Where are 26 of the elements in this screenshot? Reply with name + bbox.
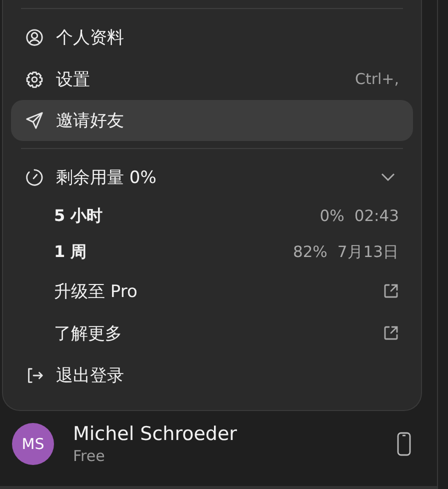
reset-time: 7月13日 <box>337 242 399 262</box>
shortcut-label: Ctrl+, <box>354 70 399 88</box>
external-link-icon <box>383 325 399 341</box>
usage-percent: 0% <box>320 207 344 225</box>
logout-item[interactable]: 退出登录 <box>11 354 413 396</box>
external-link-icon <box>383 283 399 299</box>
usage-toggle[interactable]: 剩余用量 0% <box>11 156 413 198</box>
chevron-icon <box>381 173 395 181</box>
plan-label: Free <box>73 447 106 465</box>
avatar[interactable]: MS <box>12 423 54 465</box>
period-label: 1 周 <box>54 242 88 262</box>
menu-item[interactable]: 邀请好友 <box>11 100 413 141</box>
paper-plane-icon <box>25 111 44 130</box>
reset-time: 02:43 <box>354 207 399 225</box>
period-label: 5 小时 <box>54 206 104 226</box>
gauge-icon <box>25 168 44 186</box>
user-name: Michel Schroeder <box>73 423 238 445</box>
menu-link[interactable]: 升级至 Pro <box>11 270 413 312</box>
settings-icon <box>25 70 44 88</box>
menu-link[interactable]: 了解更多 <box>11 312 413 354</box>
usage-percent: 82% <box>292 243 328 261</box>
user-icon <box>25 28 44 46</box>
menu-item[interactable]: 个人资料 <box>11 16 413 58</box>
logout-icon <box>25 366 44 384</box>
menu-item[interactable]: 设置 Ctrl+, <box>11 58 413 100</box>
phone-icon[interactable] <box>397 432 411 456</box>
